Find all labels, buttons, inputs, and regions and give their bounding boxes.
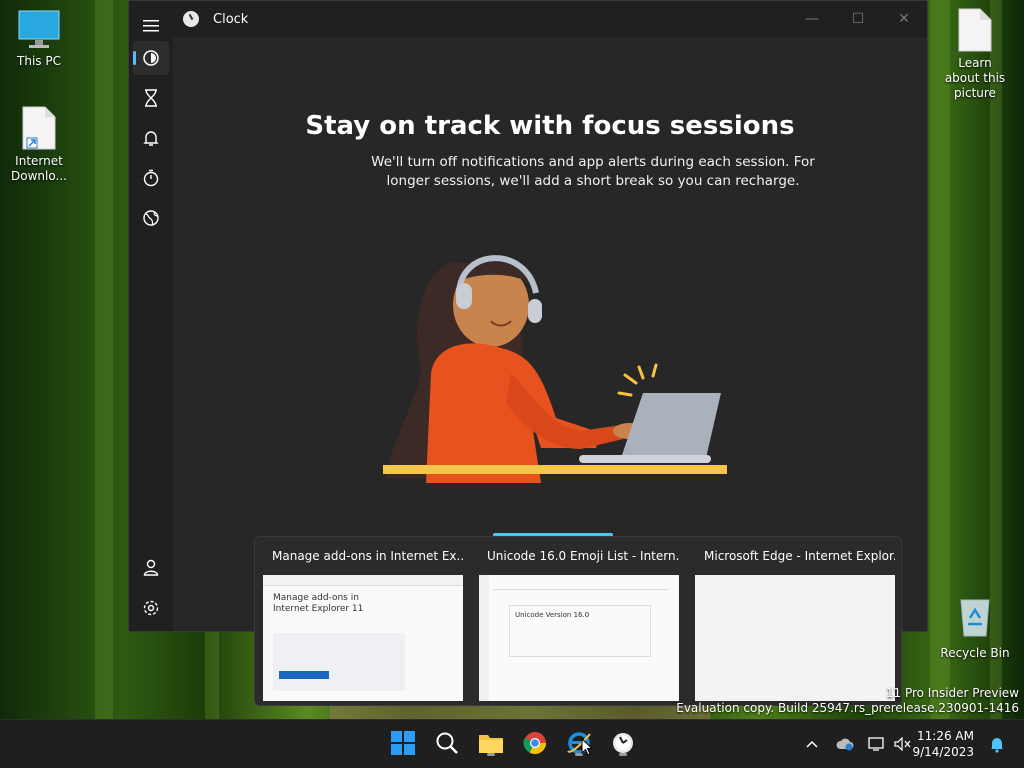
minimize-button[interactable]: — [789, 5, 835, 33]
onedrive-icon [836, 738, 854, 751]
system-clock[interactable]: 11:26 AM 9/14/2023 [912, 728, 974, 760]
desktop-icon-label: Recycle Bin [940, 646, 1010, 660]
alarm-icon [143, 131, 159, 146]
nav-world-clock[interactable] [133, 201, 169, 235]
file-explorer-icon [479, 735, 503, 753]
desktop-icon-this-pc[interactable]: This PC [4, 10, 74, 69]
microsoft-logo-icon [695, 549, 696, 563]
onedrive-button[interactable] [834, 720, 856, 768]
settings-icon [143, 600, 159, 616]
page-description: We'll turn off notifications and app ale… [371, 154, 815, 189]
running-indicator [619, 753, 627, 756]
display-icon [868, 737, 884, 751]
maximize-button[interactable]: ☐ [835, 5, 881, 33]
watermark-line1: 11 Pro Insider Preview [885, 686, 1019, 700]
show-hidden-icons-button[interactable] [802, 720, 822, 768]
clock-app-icon [613, 733, 633, 753]
clock-app-icon [183, 11, 199, 27]
start-button[interactable] [388, 728, 418, 758]
thumbnail-title-row: Microsoft Edge - Internet Explor... [695, 549, 895, 563]
monitor-icon [18, 10, 60, 48]
world-clock-icon [143, 210, 159, 226]
notifications-bell-icon [991, 738, 1003, 753]
thumbnail-unicode-emoji[interactable]: Unicode 16.0 Emoji List - Intern... Unic… [471, 537, 685, 705]
nav-focus-sessions[interactable] [133, 41, 169, 75]
file-explorer-button[interactable] [476, 728, 506, 758]
volume-button[interactable] [892, 720, 914, 768]
account-icon [143, 559, 159, 576]
thumbnail-image: Manage add-ons in Internet Explorer 11 [263, 575, 463, 701]
file-shortcut-icon [21, 106, 57, 150]
clock-taskbar-button[interactable] [608, 728, 638, 758]
watermark-line2: Evaluation copy. Build 25947.rs_prerelea… [676, 701, 1019, 715]
microsoft-logo-icon [263, 549, 264, 563]
volume-muted-icon [894, 737, 911, 751]
close-button[interactable]: ✕ [881, 5, 927, 33]
bamboo-stalk [95, 0, 113, 768]
thumbnail-image [695, 575, 895, 701]
chrome-button[interactable] [520, 728, 550, 758]
mouse-cursor-icon [581, 738, 593, 756]
chevron-up-icon [806, 740, 818, 748]
thumbnail-manage-addons[interactable]: Manage add-ons in Internet Ex... Manage … [255, 537, 469, 705]
thumbnail-title: Manage add-ons in Internet Ex... [272, 549, 463, 563]
desktop-icon-recycle-bin[interactable]: Recycle Bin [940, 596, 1010, 661]
nav-timer[interactable] [133, 81, 169, 115]
nav-settings[interactable] [133, 591, 169, 625]
start-icon [391, 731, 415, 755]
window-title: Clock [213, 12, 249, 27]
nav-account[interactable] [133, 551, 169, 585]
desktop-icon-label: Learn about this picture [944, 56, 1006, 100]
page-headline: Stay on track with focus sessions [305, 111, 795, 141]
taskbar-thumbnail-preview: Manage add-ons in Internet Ex... Manage … [254, 536, 902, 706]
search-button[interactable] [432, 728, 462, 758]
hamburger-menu-button[interactable] [133, 9, 169, 43]
document-icon [958, 8, 992, 52]
stopwatch-icon [143, 169, 159, 187]
thumbnail-doc-heading: Unicode Version 16.0 [515, 611, 590, 619]
focus-sessions-icon [143, 50, 159, 66]
desktop-icon-learn-about-picture[interactable]: Learn about this picture [940, 8, 1010, 101]
thumbnail-title-row: Manage add-ons in Internet Ex... [263, 549, 463, 563]
thumbnail-microsoft-edge[interactable]: Microsoft Edge - Internet Explor... [687, 537, 901, 705]
thumbnail-image: Unicode Version 16.0 [479, 575, 679, 701]
title-bar[interactable]: Clock — ☐ ✕ [129, 1, 927, 37]
thumbnail-title: Unicode 16.0 Emoji List - Intern... [487, 549, 679, 563]
display-button[interactable] [866, 720, 888, 768]
clock-date: 9/14/2023 [912, 745, 974, 759]
desktop-icon-label: This PC [17, 54, 61, 68]
clock-time: 11:26 AM [917, 729, 974, 743]
running-indicator [487, 753, 495, 756]
navigation-rail [129, 20, 173, 631]
taskbar: 11:26 AM 9/14/2023 [0, 719, 1024, 768]
thumbnail-title-row: Unicode 16.0 Emoji List - Intern... [479, 549, 679, 563]
nav-alarm[interactable] [133, 121, 169, 155]
notifications-button[interactable] [986, 720, 1008, 768]
focus-illustration [383, 255, 727, 483]
desktop-icon-internet-download[interactable]: Internet Downlo... [4, 106, 74, 184]
chrome-icon [523, 732, 546, 754]
desktop-icon-label: Internet Downlo... [11, 154, 67, 183]
hamburger-icon [143, 20, 159, 32]
thumbnail-title: Microsoft Edge - Internet Explor... [704, 549, 895, 563]
timer-icon [145, 89, 157, 107]
search-icon [436, 732, 458, 754]
thumbnail-doc-heading: Manage add-ons in Internet Explorer 11 [273, 593, 364, 614]
recycle-bin-icon [957, 596, 993, 638]
nav-stopwatch[interactable] [133, 161, 169, 195]
